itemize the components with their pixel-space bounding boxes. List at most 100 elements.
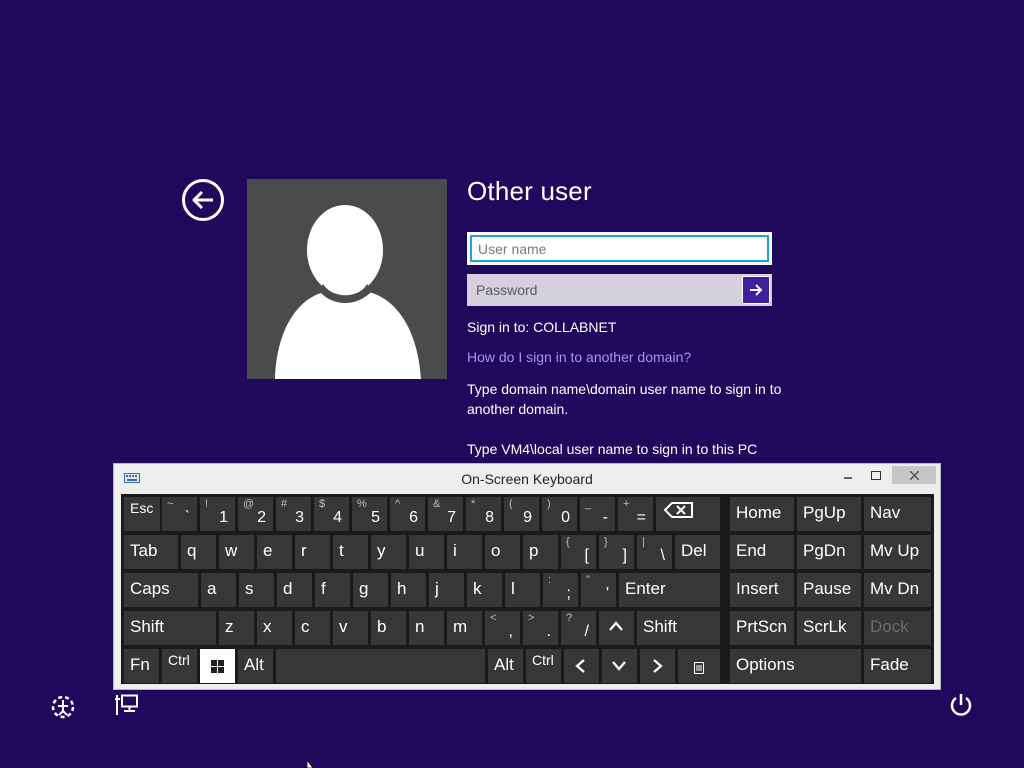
key-ctrl-left[interactable]: Ctrl [162, 649, 197, 683]
key-label: Dock [870, 617, 909, 636]
key-a[interactable]: a [201, 573, 236, 607]
key-2[interactable]: @2 [238, 497, 273, 531]
key-d[interactable]: d [277, 573, 312, 607]
key-label: x [263, 617, 272, 636]
key-shift-right[interactable]: Shift [637, 611, 720, 645]
key-l[interactable]: l [505, 573, 540, 607]
key-del[interactable]: Del [675, 535, 720, 569]
key-period[interactable]: >. [523, 611, 558, 645]
key-pause[interactable]: Pause [797, 573, 861, 607]
key-mv-dn[interactable]: Mv Dn [864, 573, 931, 607]
key-0[interactable]: ) 0 [542, 497, 577, 531]
key-g[interactable]: g [353, 573, 388, 607]
key-8[interactable]: * 8 [466, 497, 501, 531]
key-6[interactable]: ^ 6 [390, 497, 425, 531]
key-label: Fade [870, 655, 909, 674]
key-fn[interactable]: Fn [124, 649, 159, 683]
key-k[interactable]: k [467, 573, 502, 607]
maximize-button[interactable] [868, 466, 884, 484]
key-m[interactable]: m [447, 611, 482, 645]
key-windows[interactable] [200, 649, 235, 683]
key-backtick[interactable]: ~ ` [162, 497, 197, 531]
key-open-bracket[interactable]: {[ [561, 535, 596, 569]
key-3[interactable]: #3 [276, 497, 311, 531]
key-q[interactable]: q [181, 535, 216, 569]
ease-of-access-button[interactable] [50, 694, 76, 725]
key-ctrl-right[interactable]: Ctrl [526, 649, 561, 683]
power-button[interactable] [948, 692, 974, 723]
key-tab[interactable]: Tab [124, 535, 178, 569]
key-v[interactable]: v [333, 611, 368, 645]
key-space[interactable] [276, 649, 485, 683]
key-semicolon[interactable]: :; [543, 573, 578, 607]
key-pgdn[interactable]: PgDn [797, 535, 861, 569]
password-input[interactable] [467, 274, 740, 306]
key-h[interactable]: h [391, 573, 426, 607]
key-shift-left[interactable]: Shift [124, 611, 216, 645]
key-i[interactable]: i [447, 535, 482, 569]
key-arrow-down[interactable] [602, 649, 637, 683]
close-button[interactable] [892, 466, 936, 484]
key-scrlk[interactable]: ScrLk [797, 611, 861, 645]
key-backspace[interactable] [656, 497, 720, 531]
key-quote[interactable]: " ' [581, 573, 616, 607]
key-p[interactable]: p [523, 535, 558, 569]
key-shift-label: & [433, 498, 441, 510]
back-button[interactable] [182, 179, 224, 221]
key-backslash[interactable]: | \ [637, 535, 672, 569]
key-arrow-up[interactable] [599, 611, 634, 645]
other-domain-help-link[interactable]: How do I sign in to another domain? [467, 349, 691, 365]
key-slash[interactable]: ? / [561, 611, 596, 645]
key-nav[interactable]: Nav [864, 497, 931, 531]
key-pgup[interactable]: PgUp [797, 497, 861, 531]
key-u[interactable]: u [409, 535, 444, 569]
network-button[interactable] [115, 694, 139, 721]
key-fade[interactable]: Fade [864, 649, 931, 683]
key-w[interactable]: w [219, 535, 254, 569]
osk-titlebar[interactable]: On-Screen Keyboard [114, 464, 940, 493]
key-o[interactable]: o [485, 535, 520, 569]
key-arrow-left[interactable] [564, 649, 599, 683]
key-label: - [602, 509, 608, 526]
key-4[interactable]: $4 [314, 497, 349, 531]
key-j[interactable]: j [429, 573, 464, 607]
key-caps[interactable]: Caps [124, 573, 198, 607]
key-c[interactable]: c [295, 611, 330, 645]
key-z[interactable]: z [219, 611, 254, 645]
key-esc[interactable]: Esc [124, 497, 160, 531]
key-alt-left[interactable]: Alt [238, 649, 273, 683]
key-f[interactable]: f [315, 573, 350, 607]
key-menu[interactable] [678, 649, 720, 683]
mouse-cursor-icon [307, 760, 314, 768]
submit-button[interactable] [742, 276, 770, 304]
key-mv-up[interactable]: Mv Up [864, 535, 931, 569]
key-5[interactable]: % 5 [352, 497, 387, 531]
key-t[interactable]: t [333, 535, 368, 569]
key-b[interactable]: b [371, 611, 406, 645]
key-enter[interactable]: Enter [619, 573, 720, 607]
key-prtscn[interactable]: PrtScn [730, 611, 794, 645]
key-end[interactable]: End [730, 535, 794, 569]
key-arrow-right[interactable] [640, 649, 675, 683]
options-button[interactable]: Options [730, 649, 861, 683]
key-label: \ [660, 547, 665, 564]
key-9[interactable]: (9 [504, 497, 539, 531]
key-close-bracket[interactable]: }] [599, 535, 634, 569]
key-r[interactable]: r [295, 535, 330, 569]
key-alt-right[interactable]: Alt [488, 649, 523, 683]
key-home[interactable]: Home [730, 497, 794, 531]
key-1[interactable]: ! 1 [200, 497, 235, 531]
key-y[interactable]: y [371, 535, 406, 569]
key-x[interactable]: x [257, 611, 292, 645]
key-comma[interactable]: <, [485, 611, 520, 645]
key-equals[interactable]: + = [618, 497, 653, 531]
key-n[interactable]: n [409, 611, 444, 645]
key-minus[interactable]: _ - [580, 497, 615, 531]
username-input[interactable] [470, 235, 769, 262]
key-e[interactable]: e [257, 535, 292, 569]
key-label: k [473, 579, 482, 598]
key-s[interactable]: s [239, 573, 274, 607]
minimize-button[interactable] [840, 466, 856, 484]
key-7[interactable]: & 7 [428, 497, 463, 531]
key-insert[interactable]: Insert [730, 573, 794, 607]
